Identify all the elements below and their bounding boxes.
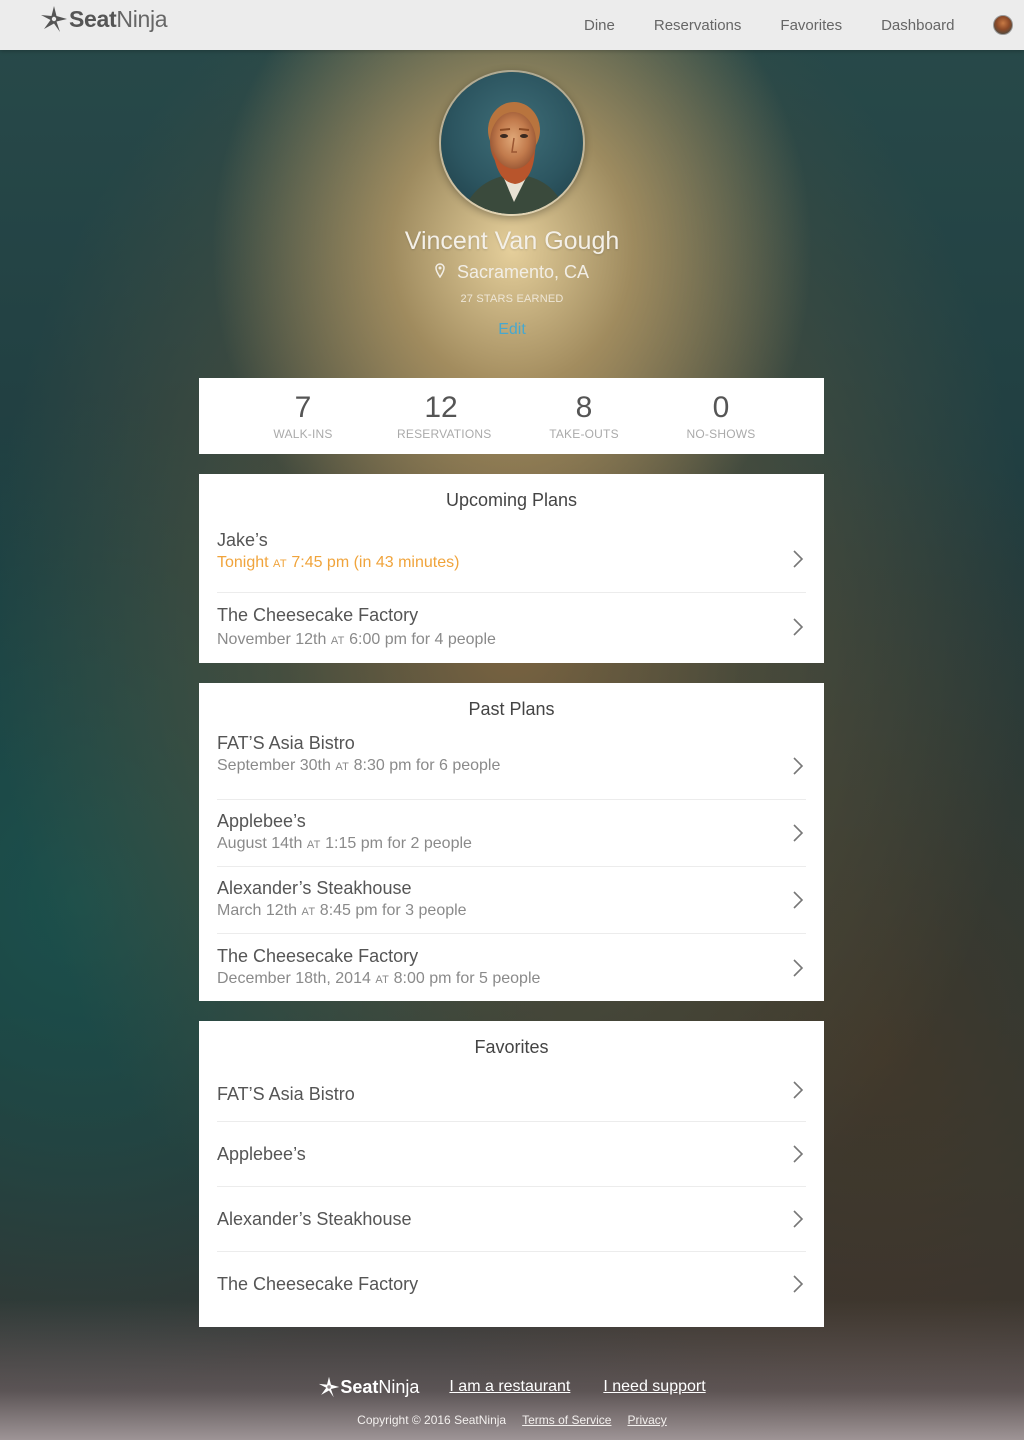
restaurant-name: The Cheesecake Factory [217, 946, 419, 966]
brand-wordmark: SeatNinja [69, 5, 168, 32]
footer: SeatNinja I am a restaurant I need suppo… [0, 1376, 1024, 1398]
brand-logo[interactable]: SeatNinja [40, 5, 168, 33]
ninja-star-icon [319, 1376, 340, 1398]
upcoming-plan-row[interactable]: The Cheesecake Factory November 12th AT … [217, 593, 806, 660]
profile-stars: 27 STARS EARNED [460, 293, 564, 305]
restaurant-name: The Cheesecake Factory [217, 1273, 419, 1294]
chevron-right-icon [793, 958, 804, 977]
stat-label: WALK-INS [273, 427, 333, 441]
chevron-right-icon [793, 891, 804, 909]
past-plan-row[interactable]: FAT’S Asia Bistro September 30th AT 8:30… [217, 733, 806, 800]
support-link[interactable]: I need support [603, 1378, 705, 1396]
profile-location: Sacramento, CA [0, 262, 1024, 283]
stat-value: 8 [575, 391, 593, 424]
portrait-image [441, 72, 583, 214]
nav-favorites[interactable]: Favorites [780, 17, 842, 34]
stat-label: NO-SHOWS [686, 427, 756, 441]
upcoming-plans-card: Upcoming Plans Jake’s Tonight AT 7:45 pm… [199, 474, 824, 663]
plan-time: December 18th, 2014 AT 8:00 pm for 5 peo… [217, 970, 541, 987]
chevron-right-icon [793, 1081, 804, 1099]
stat-reservations: 12 RESERVATIONS [397, 390, 492, 441]
past-plans-card: Past Plans FAT’S Asia Bistro September 3… [199, 683, 824, 1001]
restaurant-name: Applebee’s [217, 811, 306, 831]
user-avatar[interactable] [993, 15, 1014, 35]
stat-no-shows: 0 NO-SHOWS [685, 390, 757, 441]
past-plan-row[interactable]: The Cheesecake Factory December 18th, 20… [217, 934, 806, 1001]
restaurant-name: FAT’S Asia Bistro [217, 733, 355, 753]
chevron-right-icon [793, 757, 804, 775]
plan-time: Tonight AT 7:45 pm (in 43 minutes) [217, 554, 460, 571]
plan-time: August 14th AT 1:15 pm for 2 people [217, 835, 472, 852]
plan-time: November 12th AT 6:00 pm for 4 people [217, 631, 496, 648]
nav-dashboard[interactable]: Dashboard [881, 17, 954, 34]
footer-brand-logo[interactable]: SeatNinja [318, 1376, 419, 1398]
top-navbar: SeatNinja Dine Reservations Favorites Da… [0, 0, 1024, 50]
restaurant-name: Jake’s [217, 530, 268, 550]
chevron-right-icon [793, 550, 804, 568]
profile-name: Vincent Van Gough [404, 227, 620, 255]
profile-location-text: Sacramento, CA [456, 262, 590, 282]
restaurant-name: Alexander’s Steakhouse [217, 1208, 412, 1229]
privacy-link[interactable]: Privacy [627, 1413, 666, 1427]
map-pin-icon [435, 263, 445, 278]
stat-value: 0 [712, 391, 730, 424]
past-plans-title: Past Plans [468, 699, 555, 719]
past-plan-row[interactable]: Applebee’s August 14th AT 1:15 pm for 2 … [217, 800, 806, 867]
chevron-right-icon [793, 1145, 804, 1163]
restaurant-signup-link[interactable]: I am a restaurant [449, 1378, 570, 1396]
chevron-right-icon [793, 824, 804, 842]
chevron-right-icon [793, 617, 804, 636]
stat-label: RESERVATIONS [397, 427, 492, 441]
ninja-star-icon [41, 6, 67, 32]
footer-legal: Copyright © 2016 SeatNinja Terms of Serv… [0, 1413, 1024, 1427]
favorite-row[interactable]: Alexander’s Steakhouse [217, 1187, 806, 1252]
upcoming-plans-title: Upcoming Plans [445, 490, 578, 510]
restaurant-name: Applebee’s [217, 1143, 306, 1164]
chevron-right-icon [793, 1275, 804, 1293]
restaurant-name: FAT’S Asia Bistro [217, 1083, 355, 1104]
restaurant-name: The Cheesecake Factory [217, 605, 419, 625]
restaurant-name: Alexander’s Steakhouse [217, 878, 412, 898]
stat-take-outs: 8 TAKE-OUTS [549, 390, 619, 441]
terms-link[interactable]: Terms of Service [522, 1413, 611, 1427]
stat-value: 7 [294, 391, 312, 424]
favorites-card: Favorites FAT’S Asia Bistro Applebee’s A… [199, 1021, 824, 1327]
edit-profile-link[interactable]: Edit [0, 321, 1024, 339]
favorites-title: Favorites [474, 1037, 549, 1057]
favorite-row[interactable]: The Cheesecake Factory [217, 1252, 806, 1316]
stat-value: 12 [424, 391, 458, 424]
past-plan-row[interactable]: Alexander’s Steakhouse March 12th AT 8:4… [217, 867, 806, 934]
nav-dine[interactable]: Dine [584, 17, 615, 34]
nav-reservations[interactable]: Reservations [654, 17, 742, 34]
favorite-row[interactable]: FAT’S Asia Bistro [217, 1059, 806, 1122]
nav-links: Dine Reservations Favorites Dashboard [584, 0, 1014, 50]
profile-avatar [439, 70, 585, 216]
copyright-text: Copyright © 2016 SeatNinja [357, 1413, 507, 1427]
favorite-row[interactable]: Applebee’s [217, 1122, 806, 1187]
plan-time: March 12th AT 8:45 pm for 3 people [217, 902, 467, 919]
plan-time: September 30th AT 8:30 pm for 6 people [217, 757, 501, 774]
footer-wordmark: SeatNinja [340, 1376, 420, 1397]
upcoming-plan-row[interactable]: Jake’s Tonight AT 7:45 pm (in 43 minutes… [217, 526, 806, 593]
stat-walk-ins: 7 WALK-INS [272, 390, 334, 441]
stats-card: 7 WALK-INS 12 RESERVATIONS 8 TAKE-OUTS 0… [199, 378, 824, 454]
stat-label: TAKE-OUTS [549, 427, 619, 441]
chevron-right-icon [793, 1210, 804, 1228]
